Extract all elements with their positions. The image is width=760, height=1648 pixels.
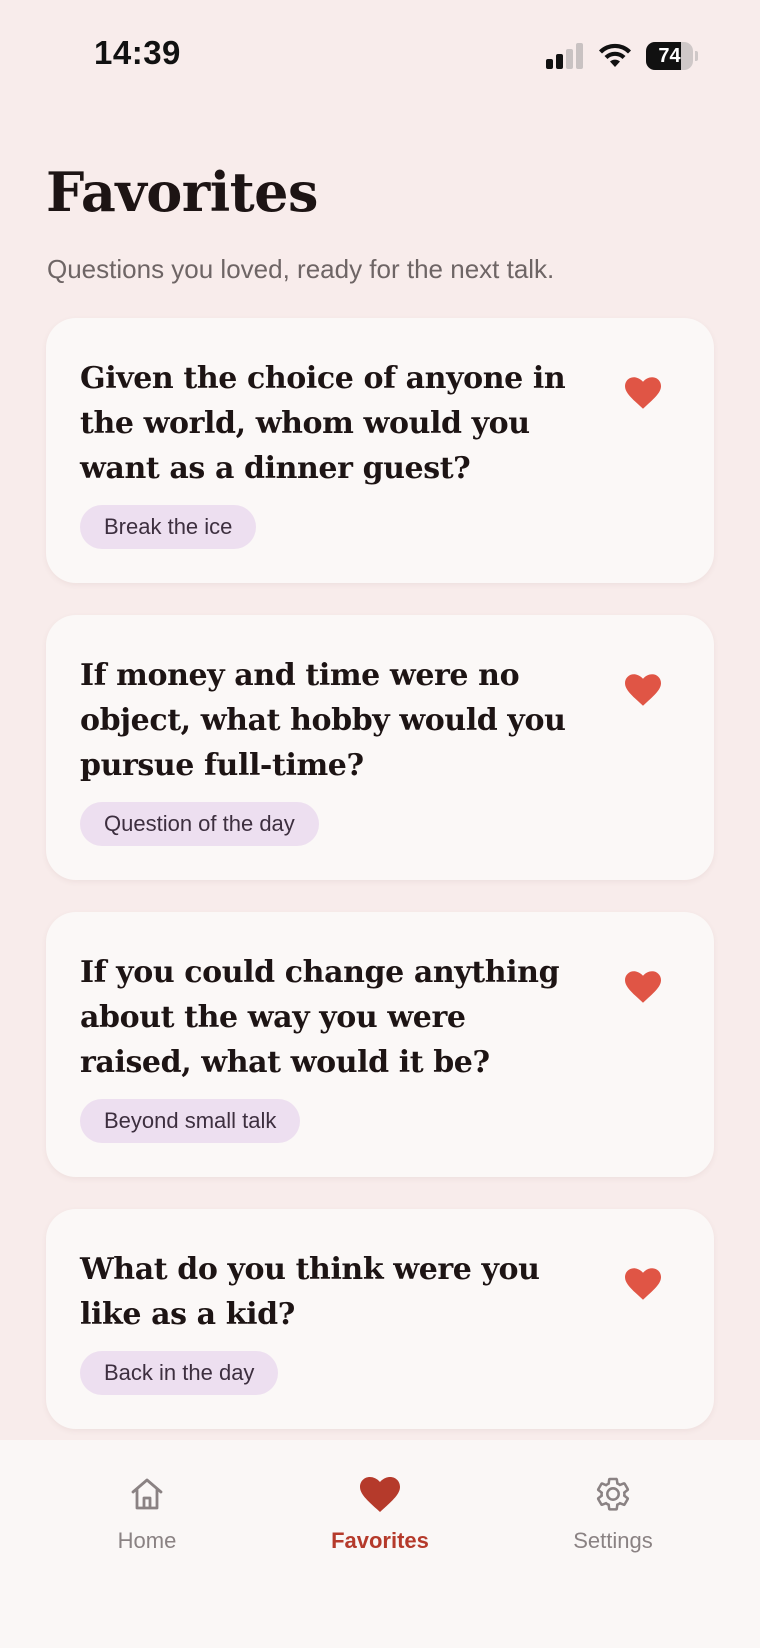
card-question: If money and time were no object, what h… [80, 658, 566, 783]
heart-icon [625, 674, 661, 706]
nav-item-favorites[interactable]: Favorites [280, 1474, 480, 1554]
nav-item-settings[interactable]: Settings [513, 1474, 713, 1554]
unfavorite-heart-button[interactable] [624, 1265, 662, 1303]
category-tag: Beyond small talk [80, 1099, 301, 1143]
card-question: If you could change anything about the w… [80, 955, 560, 1080]
battery-level: 74 [658, 44, 681, 67]
card-question: What do you think were you like as a kid… [80, 1252, 540, 1332]
status-bar: 14:39 74 [0, 0, 760, 110]
nav-label-settings: Settings [573, 1528, 653, 1553]
favorite-card[interactable]: Given the choice of anyone in the world,… [46, 318, 714, 583]
category-tag: Break the ice [80, 505, 257, 549]
heart-icon [625, 971, 661, 1003]
nav-label-favorites: Favorites [331, 1528, 429, 1553]
unfavorite-heart-button[interactable] [624, 374, 662, 412]
favorite-card[interactable]: What do you think were you like as a kid… [46, 1209, 714, 1429]
favorites-list: Given the choice of anyone in the world,… [46, 318, 714, 1461]
category-tag: Back in the day [80, 1351, 279, 1395]
category-tag: Question of the day [80, 802, 319, 846]
heart-icon [625, 1268, 661, 1300]
battery-icon: 74 [646, 42, 698, 70]
heart-icon [625, 377, 661, 409]
heart-icon [360, 1474, 400, 1514]
unfavorite-heart-button[interactable] [624, 968, 662, 1006]
nav-item-home[interactable]: Home [47, 1474, 247, 1554]
wifi-icon [599, 43, 631, 67]
favorite-card[interactable]: If you could change anything about the w… [46, 912, 714, 1177]
page-subtitle: Questions you loved, ready for the next … [47, 254, 555, 284]
unfavorite-heart-button[interactable] [624, 671, 662, 709]
status-icons: 74 [546, 40, 698, 72]
signal-icon [546, 43, 583, 69]
home-icon [129, 1474, 165, 1514]
nav-label-home: Home [117, 1528, 177, 1553]
card-question: Given the choice of anyone in the world,… [80, 361, 566, 486]
bottom-nav: Home Favorites Settings [0, 1440, 760, 1648]
page-title: Favorites [46, 160, 318, 224]
favorite-card[interactable]: If money and time were no object, what h… [46, 615, 714, 880]
status-time: 14:39 [94, 34, 181, 71]
gear-icon [594, 1474, 632, 1514]
